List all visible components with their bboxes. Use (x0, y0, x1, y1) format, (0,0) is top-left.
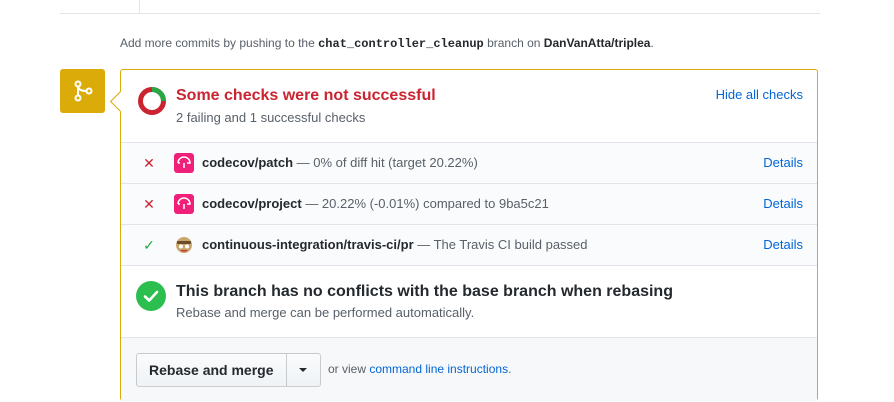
checks-status-donut-icon (138, 87, 166, 115)
merge-method-dropdown[interactable] (286, 353, 321, 387)
details-link[interactable]: Details (763, 237, 803, 252)
conflicts-section: This branch has no conflicts with the ba… (121, 265, 817, 337)
codecov-icon (174, 153, 194, 173)
check-row: ✕ codecov/project — 20.22% (-0.01%) comp… (121, 183, 817, 224)
check-row: ✓ continuous-integration/travis-ci/pr — … (121, 224, 817, 265)
caret-down-icon (299, 368, 307, 372)
timeline-line (139, 0, 140, 13)
check-name: continuous-integration/travis-ci/pr (202, 237, 414, 252)
details-link[interactable]: Details (763, 155, 803, 170)
checks-subtitle: 2 failing and 1 successful checks (176, 110, 366, 125)
git-branch-icon (60, 69, 105, 113)
check-description: — 0% of diff hit (target 20.22%) (293, 155, 478, 170)
cli-instructions-note: or view command line instructions. (328, 362, 512, 376)
hide-all-checks-link[interactable]: Hide all checks (716, 87, 803, 102)
branch-name: chat_controller_cleanup (318, 37, 484, 51)
check-description: — The Travis CI build passed (413, 237, 588, 252)
checks-summary: Some checks were not successful 2 failin… (121, 70, 817, 142)
check-name: codecov/project (202, 196, 302, 211)
merge-button-group: Rebase and merge (136, 353, 321, 387)
command-line-instructions-link[interactable]: command line instructions (369, 362, 508, 376)
rebase-and-merge-button[interactable]: Rebase and merge (136, 353, 287, 387)
success-check-icon (136, 281, 166, 311)
merge-box: Some checks were not successful 2 failin… (120, 69, 818, 401)
push-note: Add more commits by pushing to the chat_… (120, 36, 654, 51)
check-row: ✕ codecov/patch — 0% of diff hit (target… (121, 142, 817, 183)
details-link[interactable]: Details (763, 196, 803, 211)
checks-title: Some checks were not successful (176, 87, 436, 104)
x-icon: ✕ (143, 155, 155, 171)
codecov-icon (174, 194, 194, 214)
check-icon: ✓ (143, 237, 155, 253)
conflicts-title: This branch has no conflicts with the ba… (176, 283, 673, 300)
merge-footer: Rebase and merge or view command line in… (121, 337, 817, 401)
checks-list: ✕ codecov/patch — 0% of diff hit (target… (121, 142, 817, 265)
timeline-divider (60, 13, 820, 14)
conflicts-subtitle: Rebase and merge can be performed automa… (176, 305, 475, 320)
check-name: codecov/patch (202, 155, 294, 170)
repo-name: DanVanAtta/triplea (543, 36, 651, 50)
check-description: — 20.22% (-0.01%) compared to 9ba5c21 (301, 196, 549, 211)
x-icon: ✕ (143, 196, 155, 212)
travis-ci-icon (176, 237, 192, 253)
